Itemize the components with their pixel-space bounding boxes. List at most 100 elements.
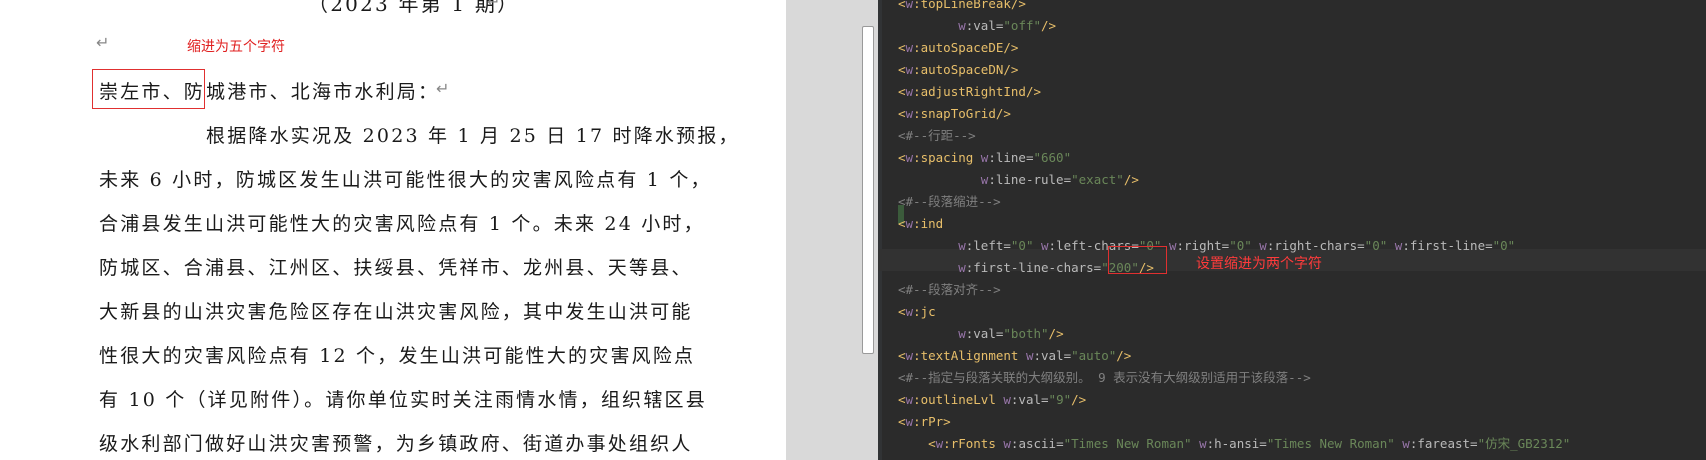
code-line[interactable]: <w:snapToGrid/> [898,103,1011,125]
code-token: < [898,106,906,121]
body-line: 未来 6 小时，防城区发生山洪可能性很大的灾害风险点有 1 个， [99,169,712,191]
code-token: "Times New Roman" [1266,436,1403,451]
code-token: "Times New Roman" [1063,436,1200,451]
code-token: <#--段落缩进--> [898,194,1001,209]
body-line: 性很大的灾害风险点有 12 个，发生山洪可能性大的灾害风险点 [99,345,696,367]
code-line[interactable]: <w:jc [898,301,936,323]
code-token: < [898,304,906,319]
code-token: w [958,326,966,341]
code-token: w [958,260,966,275]
code-token: :first-line-chars= [965,260,1102,275]
code-line[interactable]: w:line-rule="exact"/> [898,169,1139,191]
code-token: w [905,0,914,11]
code-token: "0" [1492,238,1516,253]
code-line[interactable]: <w:adjustRightInd/> [898,81,1041,103]
code-token: :line-rule= [988,172,1072,187]
code-token: w [905,348,914,363]
code-line[interactable]: <#--段落对齐--> [898,279,1001,301]
paragraph-mark: ↵ [436,79,450,98]
code-token: :right-chars= [1266,238,1365,253]
code-token: w [905,106,914,121]
code-token: :autoSpaceDN/> [913,62,1019,77]
code-token: :spacing [913,150,981,165]
code-token: :fareast= [1409,436,1478,451]
code-token: "off" [1003,18,1042,33]
code-token: :ascii= [1010,436,1064,451]
body-line: 有 10 个（详见附件）。请你单位实时关注雨情水情，组织辖区县 [99,389,707,411]
code-line[interactable]: <#--行距--> [898,125,976,147]
code-token: :adjustRightInd/> [913,84,1041,99]
code-token: :val= [965,326,1004,341]
code-token: "仿宋_GB2312" [1477,436,1571,451]
code-line[interactable]: <w:spacing w:line="660" [898,147,1071,169]
code-line[interactable]: <w:ind [898,213,943,235]
code-token: < [898,216,906,231]
code-token: < [898,62,906,77]
code-token: /> [1123,172,1139,187]
code-token: "exact" [1071,172,1124,187]
code-token: <#--段落对齐--> [898,282,1001,297]
code-token: w [1199,436,1207,451]
indent-annotation: 缩进为五个字符 [187,39,285,55]
code-token: "0" [1364,238,1395,253]
vertical-scrollbar[interactable] [862,26,874,354]
code-token: "0" [1010,238,1042,253]
code-token: w [905,304,914,319]
paragraph-mark: ↵ [96,33,110,52]
code-token: w [905,150,914,165]
code-token: :val= [1033,348,1072,363]
code-token: w [1259,238,1267,253]
code-token: :snapToGrid/> [913,106,1011,121]
code-token: :val= [965,18,1004,33]
code-line[interactable]: <#--段落缩进--> [898,191,1001,213]
code-token: :rPr> [913,414,951,429]
body-line: 大新县的山洪灾害危险区存在山洪灾害风险，其中发生山洪可能 [99,301,693,323]
code-token: < [928,436,936,451]
code-token: /> [1048,326,1064,341]
code-token: < [898,84,906,99]
body-line: 级水利部门做好山洪灾害预警，为乡镇政府、街道办事处组织人 [99,433,693,455]
code-line[interactable]: <w:autoSpaceDE/> [898,37,1018,59]
code-token: w [1003,436,1011,451]
code-token: "both" [1003,326,1049,341]
code-token: w [1003,392,1011,407]
code-line[interactable]: w:val="off"/> [898,15,1056,37]
code-line[interactable]: <w:textAlignment w:val="auto"/> [898,345,1131,367]
document-page[interactable]: （2023 年第 1 期） ↵ ↵ 缩进为五个字符 崇左市、防 城港市、北海市水… [0,0,786,460]
code-token: < [898,414,906,429]
code-line[interactable]: <w:rFonts w:ascii="Times New Roman" w:h-… [898,433,1570,455]
code-token: "660" [1033,150,1072,165]
code-token: w [905,392,914,407]
code-token: <#--行距--> [898,128,976,143]
code-token: :outlineLvl [913,392,1004,407]
code-line[interactable]: w:val="both"/> [898,323,1064,345]
body-line: 根据降水实况及 2023 年 1 月 25 日 17 时降水预报， [206,125,740,147]
code-line[interactable]: w:cs="Times New Roman" w:hint="default"/… [898,455,1282,460]
code-token: :right= [1176,238,1230,253]
code-line[interactable]: <#--指定与段落关联的大纲级别。 9 表示没有大纲级别适用于该段落--> [898,367,1311,389]
code-line[interactable]: <w:outlineLvl w:val="9"/> [898,389,1086,411]
code-token: "0" [1229,238,1260,253]
code-token: w [958,238,966,253]
code-token: :first-line= [1402,238,1493,253]
code-editor[interactable]: <w:topLineBreak/> w:val="off"/> <w:autoSp… [878,0,1706,460]
code-token: :line= [988,150,1034,165]
code-line[interactable]: <w:autoSpaceDN/> [898,59,1018,81]
code-token: w [905,414,914,429]
code-token: w [905,216,914,231]
code-token: < [898,150,906,165]
code-token: w [1402,436,1410,451]
code-token: :rFonts [943,436,1004,451]
code-token: /> [1010,0,1026,11]
code-line[interactable]: <w:topLineBreak/> [898,0,1026,15]
code-token: w [905,62,914,77]
annotation-box [1108,246,1167,274]
code-annotation: 设置缩进为两个字符 [1196,256,1322,272]
code-token: :autoSpaceDE/> [913,40,1019,55]
code-token: < [898,392,906,407]
code-line[interactable]: <w:rPr> [898,411,951,433]
